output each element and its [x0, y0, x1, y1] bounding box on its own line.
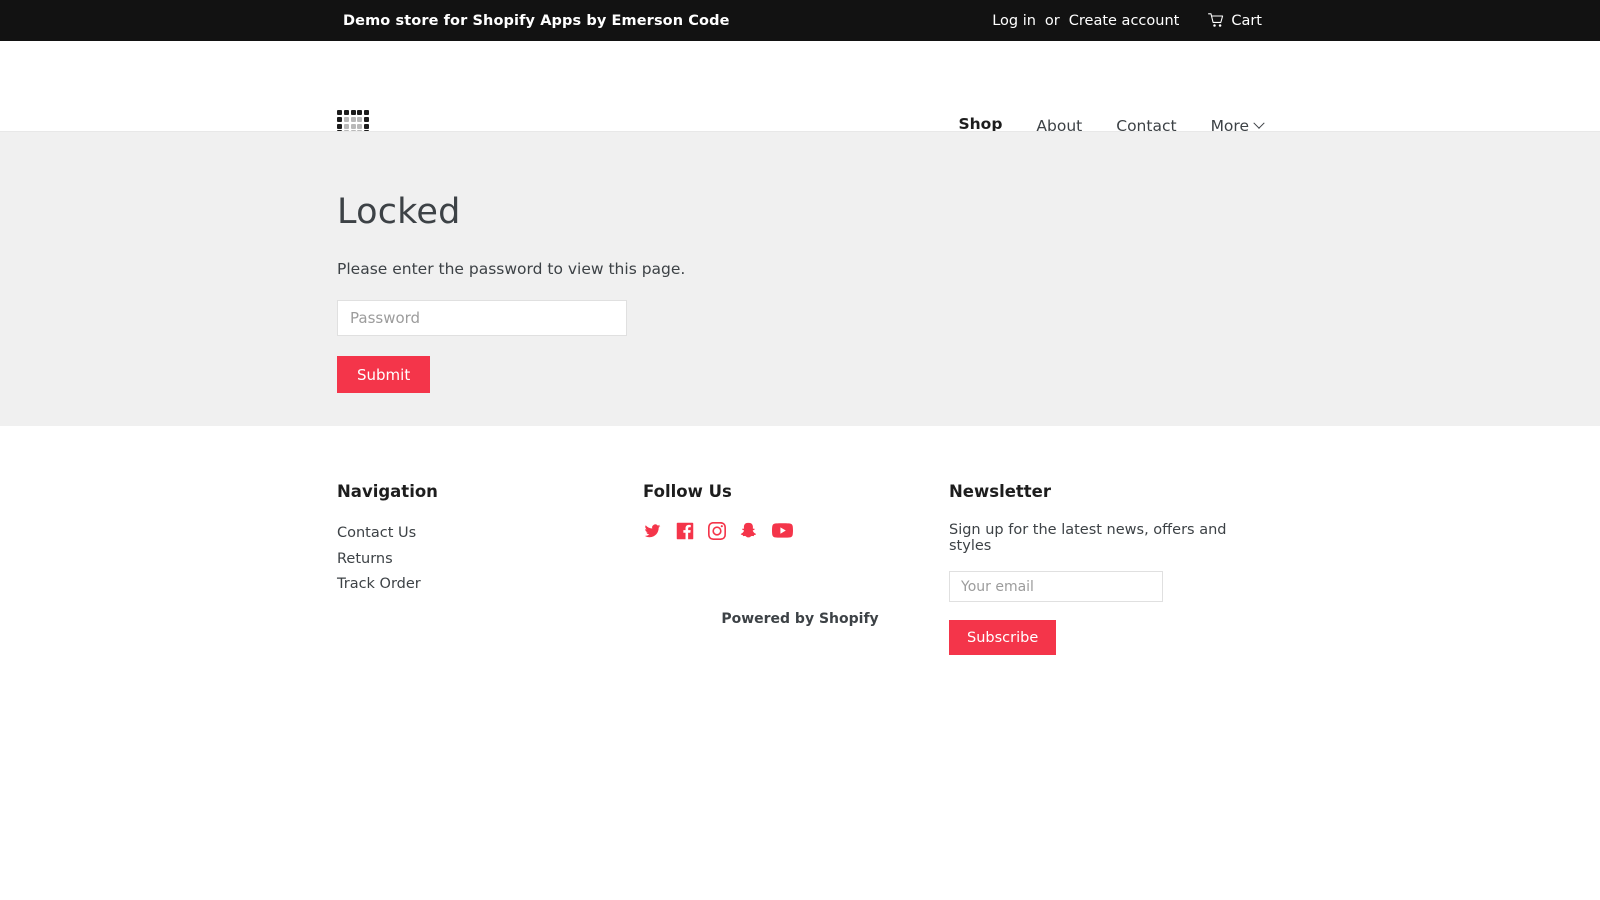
- create-account-link[interactable]: Create account: [1069, 13, 1180, 29]
- list-item: Returns: [337, 548, 643, 570]
- cart-link[interactable]: Cart: [1208, 13, 1262, 29]
- twitter-icon[interactable]: [643, 523, 662, 540]
- logo-dot: [337, 110, 342, 115]
- logo-dot: [357, 110, 362, 115]
- logo-dot: [351, 117, 356, 122]
- logo-dot: [337, 124, 342, 129]
- list-item: Contact Us: [337, 522, 643, 544]
- announcement-bar: Demo store for Shopify Apps by Emerson C…: [0, 0, 1600, 41]
- logo-dot: [357, 117, 362, 122]
- site-header: Shop About Contact More: [0, 41, 1600, 131]
- page-subtitle: Please enter the password to view this p…: [337, 260, 685, 278]
- powered-by-shopify-link[interactable]: Powered by Shopify: [721, 611, 878, 627]
- footer-navigation-links: Contact Us Returns Track Order: [337, 522, 643, 595]
- footer-newsletter-heading: Newsletter: [949, 482, 1259, 501]
- logo-dot: [344, 117, 349, 122]
- footer-navigation-column: Navigation Contact Us Returns Track Orde…: [337, 482, 643, 655]
- logo-dot: [351, 110, 356, 115]
- page-root: Demo store for Shopify Apps by Emerson C…: [0, 0, 1600, 900]
- footer-link-contact-us[interactable]: Contact Us: [337, 525, 416, 541]
- footer-navigation-heading: Navigation: [337, 482, 643, 501]
- footer-bottom: Powered by Shopify: [0, 611, 1600, 627]
- footer-link-returns[interactable]: Returns: [337, 551, 393, 567]
- instagram-icon[interactable]: [708, 522, 726, 540]
- login-link[interactable]: Log in: [992, 13, 1036, 29]
- snapchat-icon[interactable]: [740, 522, 758, 540]
- footer-newsletter-column: Newsletter Sign up for the latest news, …: [949, 482, 1259, 655]
- footer-link-track-order[interactable]: Track Order: [337, 576, 421, 592]
- logo-dot: [364, 110, 369, 115]
- email-field[interactable]: [949, 571, 1163, 602]
- logo-dot: [344, 110, 349, 115]
- logo-dot: [351, 124, 356, 129]
- logo-dot: [364, 117, 369, 122]
- or-separator: or: [1045, 13, 1060, 29]
- announcement-message: Demo store for Shopify Apps by Emerson C…: [343, 13, 730, 29]
- site-footer: Navigation Contact Us Returns Track Orde…: [0, 426, 1600, 686]
- footer-social-heading: Follow Us: [643, 482, 949, 501]
- password-form-container: Locked Please enter the password to view…: [337, 192, 685, 393]
- account-links: Log in or Create account Cart: [992, 13, 1262, 29]
- password-page-section: Locked Please enter the password to view…: [0, 131, 1600, 426]
- cart-label: Cart: [1231, 13, 1262, 29]
- logo-dot: [344, 124, 349, 129]
- logo-dot: [364, 124, 369, 129]
- footer-columns: Navigation Contact Us Returns Track Orde…: [337, 482, 1263, 655]
- logo-dot: [357, 124, 362, 129]
- facebook-icon[interactable]: [676, 522, 694, 540]
- footer-social-column: Follow Us: [643, 482, 949, 655]
- chevron-down-icon: [1253, 117, 1264, 128]
- social-links: [643, 522, 949, 540]
- submit-button[interactable]: Submit: [337, 356, 430, 393]
- youtube-icon[interactable]: [772, 523, 793, 539]
- shopping-cart-icon: [1208, 13, 1225, 28]
- list-item: Track Order: [337, 573, 643, 595]
- page-title: Locked: [337, 192, 685, 232]
- newsletter-description: Sign up for the latest news, offers and …: [949, 522, 1259, 554]
- password-input[interactable]: [337, 300, 627, 336]
- logo-dot: [337, 117, 342, 122]
